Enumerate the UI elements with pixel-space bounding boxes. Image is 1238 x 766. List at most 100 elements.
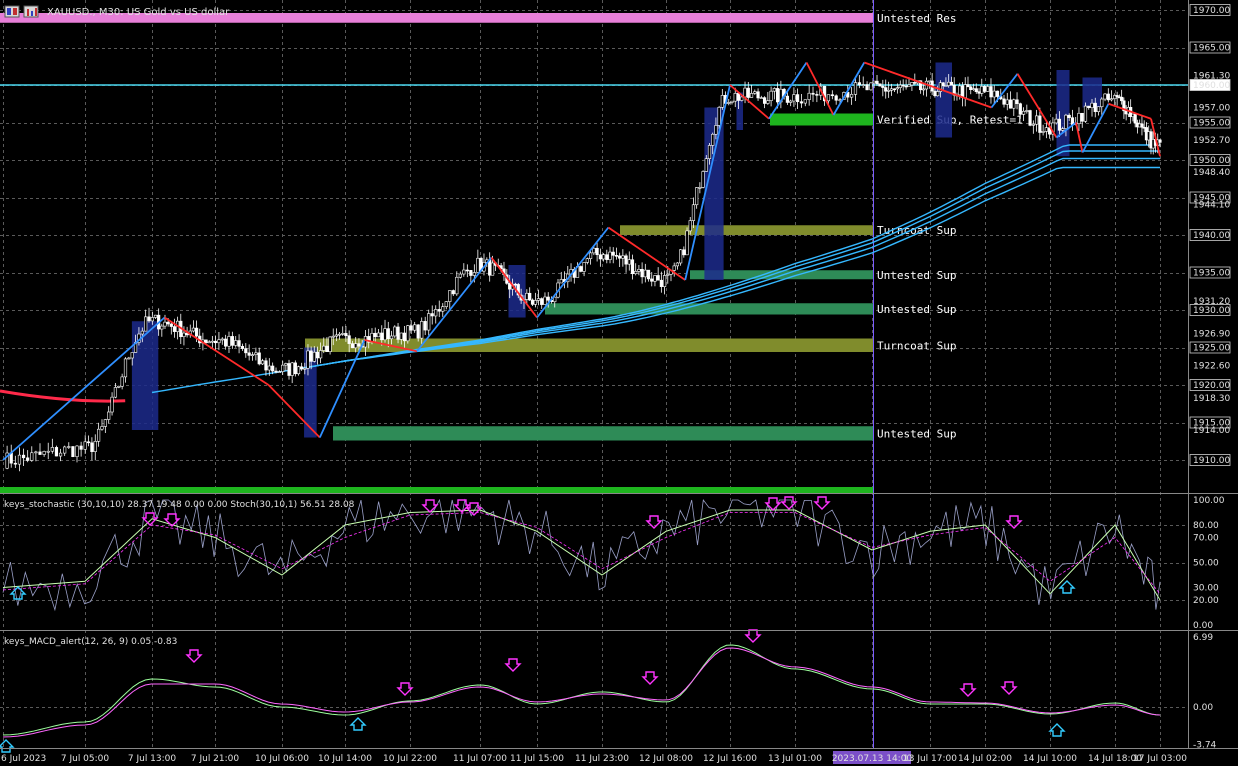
candle-bull (936, 91, 940, 97)
candle-bull (889, 88, 894, 91)
session-box (704, 107, 724, 280)
candle-bear (147, 316, 151, 322)
candle-bear (1018, 103, 1022, 115)
price-axis-label: 1926.90 (1193, 329, 1230, 339)
candle-bear (736, 93, 741, 101)
candle-bull (281, 364, 285, 372)
candle-bear (54, 447, 59, 457)
candle-bull (354, 343, 358, 349)
candle-bull (455, 276, 459, 295)
candle-bear (650, 278, 654, 282)
candle-bull (679, 249, 683, 264)
candle-bull (662, 275, 667, 287)
candle-bull (306, 350, 310, 369)
price-axis-label: 1914.00 (1193, 426, 1230, 436)
candle-bear (630, 259, 635, 275)
candle-bull (107, 411, 111, 420)
macd-level-label: 6.99 (1193, 633, 1213, 643)
candle-bear (901, 84, 905, 87)
candle-bear (815, 94, 819, 96)
stochastic-level-label: 20.00 (1193, 596, 1219, 606)
candle-bull (296, 366, 301, 375)
price-axis-label: 1944.10 (1193, 200, 1230, 210)
candle-bear (350, 343, 355, 349)
candle-bull (217, 339, 221, 344)
zone-label: Untested Res (877, 12, 956, 25)
candle-bear (271, 365, 275, 372)
bar-chart-icon[interactable] (23, 5, 39, 18)
candle-bull (1054, 118, 1058, 124)
candle-bear (913, 82, 917, 84)
candle-bull (63, 446, 67, 454)
candle-bear (966, 84, 970, 88)
candle-bull (588, 252, 593, 259)
candle-bull (861, 84, 865, 86)
candle-bear (884, 87, 888, 92)
candle-bear (325, 345, 329, 352)
candle-bear (416, 324, 420, 339)
candle-bull (838, 99, 842, 101)
candle-bull (434, 309, 438, 317)
price-axis-label: 1960.00 (1193, 81, 1230, 91)
candle-bull (749, 93, 754, 98)
candle-bull (399, 332, 403, 340)
candle-bear (659, 279, 663, 287)
candle-bear (618, 255, 622, 259)
chart-window-icon[interactable] (4, 5, 20, 18)
candle-bull (720, 95, 724, 108)
candle-bull (334, 334, 339, 337)
candle-bear (605, 254, 609, 260)
candle-bull (234, 340, 238, 346)
candle-bull (427, 313, 431, 331)
price-axis-label: 1925.00 (1193, 344, 1230, 354)
candle-bear (357, 343, 361, 347)
candle-bull (448, 290, 452, 302)
candle-bear (21, 454, 26, 459)
candle-bull (685, 230, 689, 256)
price-axis-label: 1955.00 (1193, 119, 1230, 129)
candle-bear (204, 339, 208, 343)
candle-bull (1077, 112, 1081, 124)
price-axis-label: 1922.60 (1193, 362, 1230, 372)
candle-bear (257, 352, 261, 365)
time-axis-label: 17 Jul 03:00 (1133, 754, 1187, 764)
zone-label: Untested Sup (877, 303, 956, 316)
candle-bull (643, 269, 647, 278)
candle-bull (444, 301, 448, 308)
candle-bull (83, 441, 87, 450)
candle-bear (409, 325, 413, 331)
candle-bear (977, 91, 981, 94)
candle-bull (1031, 123, 1035, 126)
candle-bull (743, 87, 747, 98)
candle-bear (941, 82, 945, 87)
candle-bear (598, 254, 602, 260)
candle-bear (169, 323, 173, 327)
candle-bull (772, 88, 776, 92)
candle-bull (67, 446, 71, 448)
candle-bear (892, 88, 897, 91)
candle-bull (608, 251, 612, 260)
candle-bull (420, 321, 424, 339)
candle-bull (472, 272, 476, 276)
candle-bull (666, 274, 670, 276)
candle-bear (611, 251, 615, 256)
candle-bull (740, 96, 744, 101)
candle-bear (528, 292, 532, 301)
candle-bull (144, 316, 148, 332)
price-axis-label: 1948.40 (1193, 168, 1230, 178)
stochastic-level-label: 100.00 (1193, 496, 1225, 506)
candle-bull (980, 86, 984, 94)
trading-chart[interactable]: Untested ResVerified Sup, Retest=1Turnco… (0, 0, 1238, 766)
candle-bull (1103, 93, 1107, 100)
candle-bear (624, 255, 628, 265)
candle-bear (513, 283, 518, 286)
candle-bull (963, 84, 967, 98)
candle-bear (315, 351, 320, 359)
zone-label: Turncoat Sup (877, 339, 956, 352)
candle-bull (730, 100, 734, 103)
candle-bull (688, 220, 692, 232)
candle-bull (250, 354, 255, 356)
candle-bull (1041, 131, 1045, 133)
candle-bear (1140, 123, 1144, 128)
candle-bull (986, 86, 990, 92)
